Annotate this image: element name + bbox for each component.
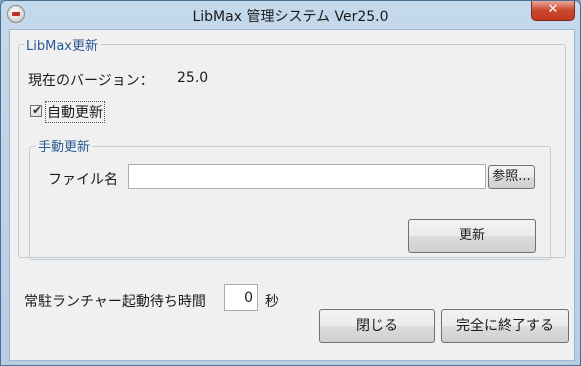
title-bar[interactable]: LibMax 管理システム Ver25.0 ✕ [1, 1, 580, 29]
libmax-update-legend: LibMax更新 [24, 35, 100, 54]
auto-update-checkbox[interactable]: ✔ [30, 103, 43, 117]
close-button[interactable]: 閉じる [319, 309, 435, 343]
update-button[interactable]: 更新 [408, 219, 536, 253]
version-label: 現在のバージョン： [28, 73, 154, 89]
browse-button[interactable]: 参照... [488, 165, 535, 189]
client-area: LibMax更新 現在のバージョン： 25.0 ✔ 自動更新 手動更新 ファイル… [9, 29, 575, 361]
seconds-unit-label: 秒 [265, 294, 279, 310]
version-value: 25.0 [177, 70, 209, 86]
file-name-label: ファイル名 [48, 172, 118, 188]
app-window: LibMax 管理システム Ver25.0 ✕ LibMax更新 現在のバージョ… [0, 0, 581, 366]
close-window-button[interactable]: ✕ [531, 1, 575, 21]
checkmark-icon: ✔ [32, 103, 43, 117]
launcher-wait-label: 常駐ランチャー起動待ち時間 [24, 294, 206, 310]
window-title: LibMax 管理システム Ver25.0 [192, 9, 389, 25]
auto-update-label[interactable]: 自動更新 [45, 101, 105, 123]
launcher-wait-input[interactable] [224, 284, 258, 311]
quit-completely-button[interactable]: 完全に終了する [441, 309, 569, 343]
manual-update-legend: 手動更新 [36, 136, 93, 155]
file-name-input[interactable] [128, 164, 486, 189]
